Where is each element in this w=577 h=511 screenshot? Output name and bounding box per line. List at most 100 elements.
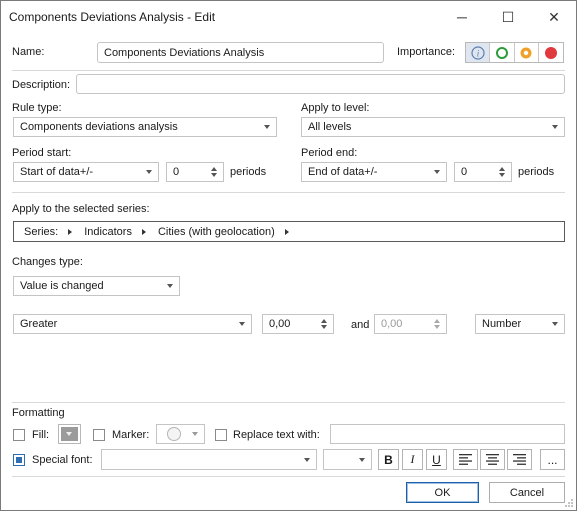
fill-color-button[interactable] (58, 424, 81, 444)
breadcrumb-label: Cities (with geolocation) (157, 225, 275, 238)
changes-type-label: Changes type: (12, 256, 83, 268)
chevron-down-icon (304, 457, 310, 462)
ellipsis-icon: ... (547, 452, 558, 467)
spin-up-icon[interactable] (499, 167, 505, 171)
period-start-count[interactable]: 0 (166, 162, 224, 182)
period-end-value: End of data+/- (308, 166, 378, 178)
orange-circle-icon (520, 47, 532, 58)
font-size-select[interactable] (323, 449, 372, 470)
and-label: and (351, 319, 370, 331)
cancel-button[interactable]: Cancel (489, 482, 565, 503)
rule-type-select[interactable]: Components deviations analysis (13, 117, 277, 137)
title-bar: Components Deviations Analysis - Edit ─ … (1, 1, 576, 33)
fill-color-swatch (61, 427, 78, 441)
font-name-select[interactable] (101, 449, 317, 470)
spin-down-icon[interactable] (211, 173, 217, 177)
marker-select[interactable] (156, 424, 205, 444)
rule-type-label: Rule type: (12, 102, 62, 114)
close-button[interactable]: ✕ (531, 1, 577, 33)
rule-type-value: Components deviations analysis (20, 121, 178, 133)
period-end-count[interactable]: 0 (454, 162, 512, 182)
underline-button[interactable]: U (426, 449, 447, 470)
description-label: Description: (12, 79, 71, 91)
separator (12, 70, 565, 71)
resize-grip-icon[interactable] (564, 498, 574, 508)
minimize-button[interactable]: ─ (439, 1, 485, 33)
maximize-button[interactable]: ☐ (485, 1, 531, 33)
svg-text:i: i (476, 48, 479, 58)
period-start-count-value: 0 (173, 166, 180, 178)
align-center-button[interactable] (480, 449, 505, 470)
period-end-count-value: 0 (461, 166, 468, 178)
ok-button[interactable]: OK (406, 482, 479, 503)
chevron-down-icon (264, 125, 270, 129)
marker-label: Marker: (112, 429, 150, 441)
importance-info-button[interactable]: i (466, 43, 491, 62)
special-font-checkbox[interactable] (13, 454, 25, 466)
green-circle-icon (495, 46, 508, 59)
chevron-down-icon (146, 170, 152, 174)
minimize-icon: ─ (457, 9, 467, 25)
chevron-down-icon (66, 432, 72, 436)
close-icon: ✕ (548, 8, 560, 25)
marker-checkbox[interactable] (93, 429, 105, 441)
replace-text-label: Replace text with: (233, 429, 320, 441)
spin-down-icon[interactable] (499, 173, 505, 177)
formatting-label: Formatting (12, 407, 65, 419)
operator-value: Greater (20, 318, 58, 330)
spin-down-icon[interactable] (321, 325, 327, 329)
chevron-down-icon (167, 284, 173, 288)
separator (12, 476, 565, 477)
italic-button[interactable]: I (402, 449, 423, 470)
chevron-down-icon (192, 432, 198, 436)
description-input[interactable] (76, 74, 565, 94)
special-font-label: Special font: (32, 454, 93, 466)
spin-up-icon[interactable] (211, 167, 217, 171)
importance-red-button[interactable] (539, 43, 563, 62)
changes-type-value: Value is changed (20, 280, 104, 292)
period-end-label: Period end: (301, 147, 358, 159)
cancel-label: Cancel (509, 486, 545, 499)
period-end-unit: periods (518, 166, 555, 178)
apply-level-select[interactable]: All levels (301, 117, 565, 137)
align-right-button[interactable] (507, 449, 532, 470)
spin-up-icon[interactable] (321, 319, 327, 323)
breadcrumb-indicators[interactable]: Indicators (84, 226, 146, 238)
red-circle-icon (544, 46, 557, 59)
breadcrumb-series[interactable]: Series: (24, 226, 73, 238)
period-start-unit: periods (230, 166, 267, 178)
chevron-down-icon (359, 457, 365, 462)
changes-type-select[interactable]: Value is changed (13, 276, 180, 296)
align-left-button[interactable] (453, 449, 478, 470)
breadcrumb-label: Indicators (84, 225, 132, 238)
edit-dialog: Components Deviations Analysis - Edit ─ … (0, 0, 577, 511)
value-type-value: Number (482, 318, 522, 330)
importance-orange-button[interactable] (515, 43, 539, 62)
breadcrumb-cities[interactable]: Cities (with geolocation) (158, 226, 289, 238)
period-end-select[interactable]: End of data+/- (301, 162, 447, 182)
value-type-select[interactable]: Number (475, 314, 565, 334)
name-input[interactable]: Components Deviations Analysis (97, 42, 384, 63)
replace-text-checkbox[interactable] (215, 429, 227, 441)
bold-button[interactable]: B (378, 449, 399, 470)
italic-icon: I (410, 452, 415, 466)
apply-level-label: Apply to level: (301, 102, 370, 114)
align-center-icon (486, 454, 499, 465)
chevron-down-icon (552, 322, 558, 326)
separator (12, 192, 565, 193)
importance-green-button[interactable] (490, 43, 515, 62)
period-start-value: Start of data+/- (20, 166, 94, 178)
operator-select[interactable]: Greater (13, 314, 252, 334)
value-to: 0,00 (381, 318, 403, 330)
align-right-icon (513, 454, 526, 465)
value-from-input[interactable]: 0,00 (262, 314, 334, 334)
period-start-select[interactable]: Start of data+/- (13, 162, 159, 182)
replace-text-input[interactable] (330, 424, 565, 444)
align-left-icon (459, 454, 472, 465)
series-label: Apply to the selected series: (12, 203, 150, 215)
importance-label: Importance: (397, 46, 456, 58)
fill-checkbox[interactable] (13, 429, 25, 441)
bold-icon: B (384, 452, 393, 467)
maximize-icon: ☐ (501, 8, 515, 25)
more-options-button[interactable]: ... (540, 449, 565, 470)
